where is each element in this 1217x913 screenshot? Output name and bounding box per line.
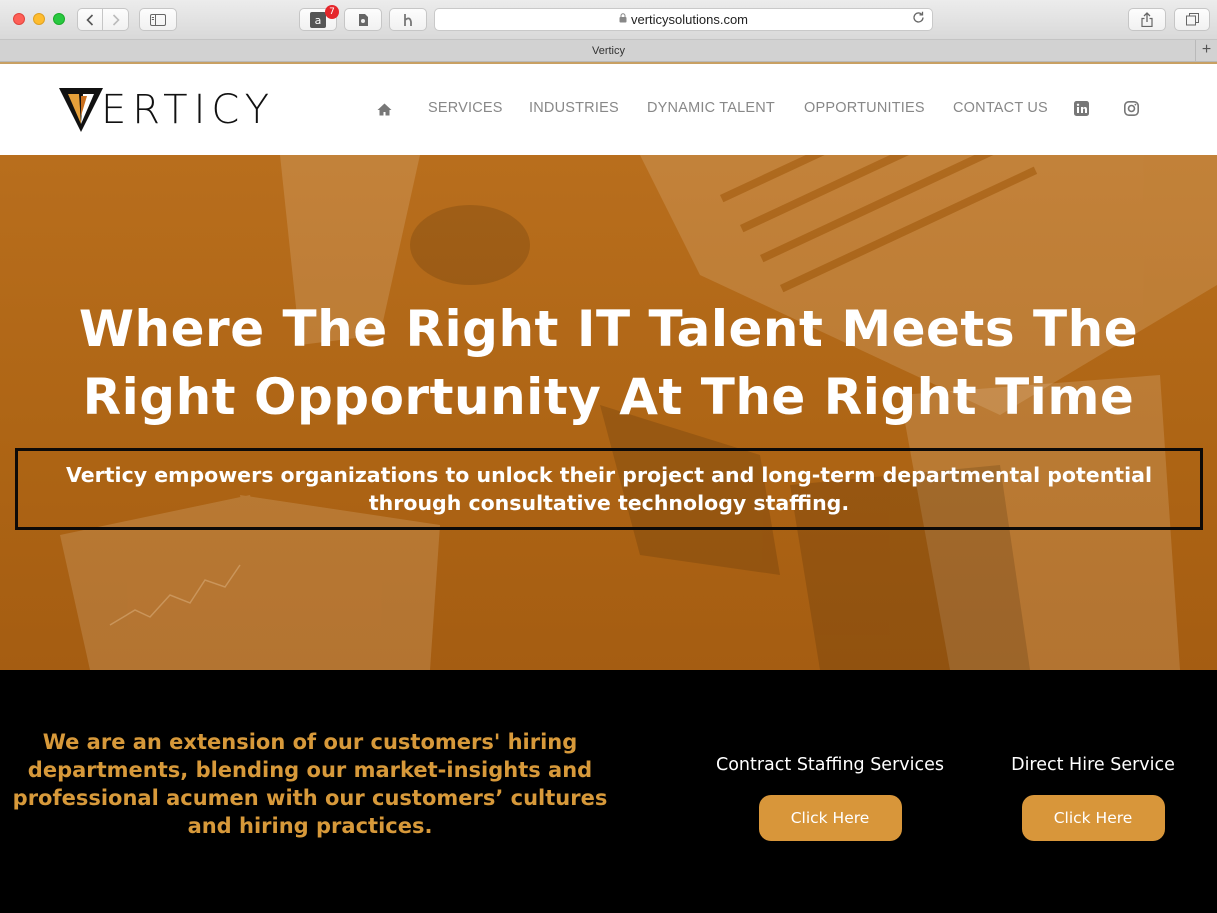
show-tabs-button[interactable] [1174, 8, 1210, 31]
site-header: ERTICY SERVICES INDUSTRIES DYNAMIC TALEN… [0, 64, 1217, 155]
linkedin-icon[interactable] [1074, 101, 1089, 120]
nav-industries[interactable]: INDUSTRIES [529, 100, 619, 116]
hero-section: Where The Right IT Talent Meets The Righ… [0, 155, 1217, 670]
sidebar-icon [150, 13, 166, 26]
nav-services[interactable]: SERVICES [428, 100, 503, 116]
hero-headline: Where The Right IT Talent Meets The Righ… [0, 295, 1217, 431]
direct-hire-block: Direct Hire Service Click Here [963, 753, 1217, 841]
close-window-button[interactable] [13, 13, 25, 25]
chevron-right-icon [112, 13, 120, 26]
hero-tagline-box: Verticy empowers organizations to unlock… [15, 448, 1203, 530]
hero-headline-line1: Where The Right IT Talent Meets The [78, 300, 1139, 358]
tab-bar: Verticy + [0, 40, 1217, 62]
share-icon [1141, 12, 1153, 27]
home-icon[interactable] [377, 101, 392, 120]
tab-title[interactable]: Verticy [592, 45, 625, 57]
zoom-window-button[interactable] [53, 13, 65, 25]
minimize-window-button[interactable] [33, 13, 45, 25]
hero-tagline: Verticy empowers organizations to unlock… [65, 463, 1152, 515]
sidebar-toggle-button[interactable] [139, 8, 177, 31]
instagram-icon[interactable] [1124, 101, 1139, 120]
evernote-icon [359, 13, 368, 26]
notification-badge: 7 [325, 5, 339, 19]
lock-icon [619, 13, 627, 26]
browser-titlebar: a 7 verticysolutions.com [0, 0, 1217, 40]
forward-button[interactable] [103, 8, 129, 31]
chevron-left-icon [86, 13, 94, 26]
direct-hire-button[interactable]: Click Here [1021, 795, 1165, 841]
back-button[interactable] [77, 8, 103, 31]
contract-staffing-title: Contract Staffing Services [715, 755, 944, 775]
evernote-extension-button[interactable] [344, 8, 382, 31]
nav-opportunities[interactable]: OPPORTUNITIES [804, 100, 925, 116]
main-nav: SERVICES INDUSTRIES DYNAMIC TALENT OPPOR… [0, 100, 1217, 120]
direct-hire-title: Direct Hire Service [1011, 755, 1175, 775]
nav-contact-us[interactable]: CONTACT US [953, 100, 1048, 116]
url-text: verticysolutions.com [630, 12, 749, 27]
nav-dynamic-talent[interactable]: DYNAMIC TALENT [647, 100, 775, 116]
reload-icon[interactable] [912, 11, 925, 27]
contract-staffing-block: Contract Staffing Services Click Here [700, 753, 960, 841]
amazon-extension-button[interactable]: a 7 [299, 5, 339, 31]
contract-staffing-button[interactable]: Click Here [758, 795, 902, 841]
new-tab-button[interactable]: + [1195, 40, 1217, 61]
amazon-icon: a [310, 11, 326, 28]
honey-icon [404, 13, 412, 26]
services-band: We are an extension of our customers' hi… [0, 670, 1217, 913]
share-button[interactable] [1128, 8, 1166, 31]
company-statement: We are an extension of our customers' hi… [12, 730, 608, 838]
hero-headline-line2: Right Opportunity At The Right Time [82, 368, 1135, 426]
svg-text:a: a [315, 14, 322, 27]
address-bar[interactable]: verticysolutions.com [434, 8, 933, 31]
honey-extension-button[interactable] [389, 8, 427, 31]
tabs-overview-icon [1185, 13, 1199, 26]
